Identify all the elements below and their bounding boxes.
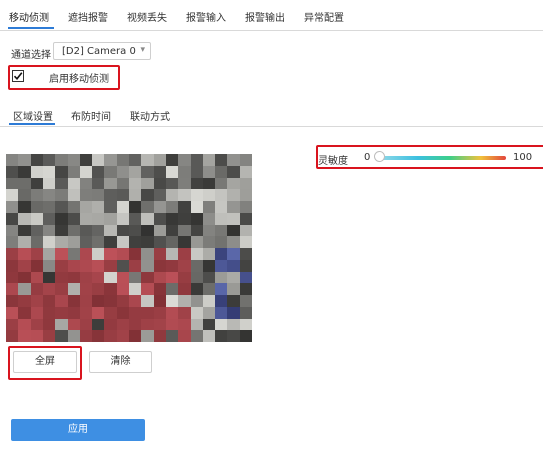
tab-linkage-method[interactable]: 联动方式 [130, 108, 170, 123]
sensitivity-label: 灵敏度 [318, 156, 348, 167]
active-subtab-indicator [9, 123, 55, 125]
clear-button[interactable]: 清除 [89, 351, 152, 373]
pixelated-video-frame [6, 154, 252, 342]
active-tab-indicator [8, 27, 54, 29]
tab-alarm-output[interactable]: 报警输出 [245, 9, 285, 24]
tab-video-loss[interactable]: 视频丢失 [127, 9, 167, 24]
checkmark-icon [13, 72, 23, 81]
tab-alarm-input[interactable]: 报警输入 [186, 9, 226, 24]
channel-label: 通道选择 [11, 50, 51, 61]
chevron-down-icon: ▾ [140, 45, 145, 55]
tab-tamper-alarm[interactable]: 遮挡报警 [68, 9, 108, 24]
fullscreen-button[interactable]: 全屏 [13, 351, 77, 373]
tab-area-settings[interactable]: 区域设置 [13, 108, 53, 123]
sensitivity-slider-track[interactable] [380, 156, 506, 160]
channel-select-value: [D2] Camera 0 [62, 46, 136, 57]
enable-motion-label: 启用移动侦测 [49, 74, 109, 85]
apply-button[interactable]: 应用 [11, 419, 145, 441]
channel-select[interactable]: [D2] Camera 0 ▾ [53, 42, 151, 60]
video-preview[interactable] [6, 154, 252, 342]
tab-motion-detection[interactable]: 移动侦测 [9, 9, 49, 24]
enable-motion-checkbox[interactable] [12, 70, 24, 82]
top-tab-bar: 移动侦测 遮挡报警 视频丢失 报警输入 报警输出 异常配置 [0, 0, 543, 31]
tab-exception-config[interactable]: 异常配置 [304, 9, 344, 24]
sensitivity-min: 0 [364, 152, 371, 163]
enable-motion-detection-row[interactable]: 启用移动侦测 [8, 65, 120, 90]
sensitivity-slider-handle[interactable] [374, 151, 385, 162]
sensitivity-max: 100 [513, 152, 533, 163]
sub-tab-bar: 区域设置 布防时间 联动方式 [0, 98, 543, 127]
tab-arming-schedule[interactable]: 布防时间 [71, 108, 111, 123]
